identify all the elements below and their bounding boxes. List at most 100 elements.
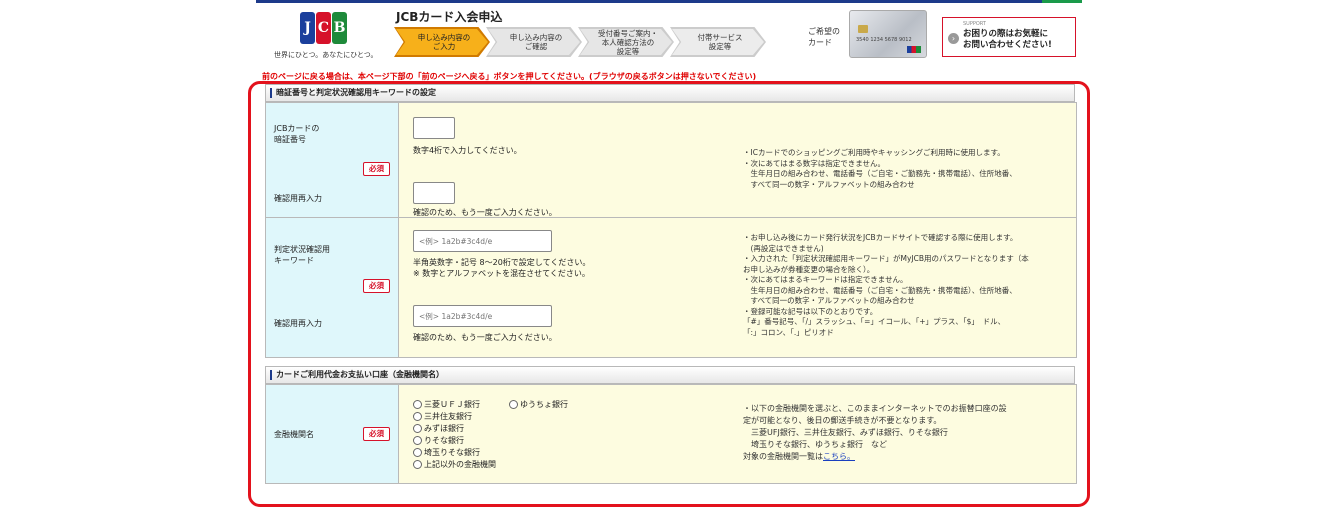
app-title: JCBカード入会申込: [396, 10, 503, 24]
keyword-confirm-help: 確認のため、もう一度ご入力ください。: [413, 333, 557, 342]
tagline: 世界にひとつ。あなたにひとつ。: [274, 51, 378, 59]
bank-notes: ・以下の金融機関を選ぶと、このままインターネットでのお振替口座の設 定が可能とな…: [743, 403, 1007, 463]
radio-resona[interactable]: りそな銀行: [413, 435, 464, 446]
note-line: 「#」番号記号、「/」スラッシュ、「=」イコール、「+」プラス、「$」 ドル、: [743, 317, 1006, 326]
top-bar: [256, 0, 1082, 3]
section-title-pin-keyword: 暗証番号と判定状況確認用キーワードの設定: [265, 84, 1075, 102]
card-number: 3540 1234 5678 9012: [856, 37, 912, 43]
step-services: 付帯サービス 設定等: [670, 27, 766, 57]
bank-field-cell: 三菱ＵＦＪ銀行 ゆうちょ銀行 三井住友銀行 みずほ銀行 りそな銀行 埼玉りそな銀…: [398, 384, 1077, 484]
bank-label-cell: 金融機関名 必須: [265, 384, 399, 484]
note-line: ・ICカードでのショッピングご利用時やキャッシングご利用時に使用します。: [743, 148, 1005, 157]
note-line: ・次にあてはまる数字は指定できません。: [743, 158, 885, 168]
step-label: 申し込み内容の ご確認: [488, 29, 580, 55]
keyword-label-cell: 判定状況確認用 キーワード 必須 確認用再入力: [265, 217, 399, 358]
radio-label: 埼玉りそな銀行: [424, 448, 480, 457]
progress-steps: 申し込み内容の ご入力 申し込み内容の ご確認 受付番号ご案内・ 本人確認方法の…: [394, 27, 766, 57]
radio-circle: [413, 448, 422, 457]
pin-field-cell: 数字4桁で入力してください。 確認のため、もう一度ご入力ください。 ・ICカード…: [398, 102, 1077, 218]
logo-letter-c: C: [316, 12, 331, 44]
pin-label-cell: JCBカードの 暗証番号 必須 確認用再入力: [265, 102, 399, 218]
card-chip: [858, 25, 868, 33]
step-receipt: 受付番号ご案内・ 本人確認方法の 設定等: [578, 27, 674, 57]
radio-circle: [509, 400, 518, 409]
note-line: ・以下の金融機関を選ぶと、このままインターネットでのお振替口座の設: [743, 404, 1007, 413]
card-label: ご希望の カード: [808, 27, 840, 47]
step-label: 受付番号ご案内・ 本人確認方法の 設定等: [580, 29, 672, 55]
radio-saitama-resona[interactable]: 埼玉りそな銀行: [413, 447, 480, 458]
pin-input[interactable]: [413, 117, 455, 139]
note-line: すべて同一の数字・アルファベットの組み合わせ: [743, 296, 915, 305]
keyword-notes: ・お申し込み後にカード発行状況をJCBカードサイトで確認する際に使用します。 (…: [743, 233, 1029, 338]
note-line: 定が可能となり、後日の郵送手続きが不要となります。: [743, 416, 942, 425]
keyword-row: 判定状況確認用 キーワード 必須 確認用再入力 半角英数字・記号 8～20桁で設…: [265, 217, 1077, 358]
radio-circle: [413, 412, 422, 421]
pin-label: JCBカードの 暗証番号: [274, 124, 320, 144]
pin-confirm-label: 確認用再入力: [274, 194, 322, 203]
jcb-logo[interactable]: J C B: [300, 12, 347, 44]
keyword-input[interactable]: [413, 230, 552, 252]
required-badge: 必須: [363, 279, 390, 293]
radio-mizuho[interactable]: みずほ銀行: [413, 423, 464, 434]
keyword-confirm-input[interactable]: [413, 305, 552, 327]
radio-label: 三菱ＵＦＪ銀行: [424, 400, 480, 409]
bank-row: 金融機関名 必須 三菱ＵＦＪ銀行 ゆうちょ銀行 三井住友銀行 みずほ銀行 りそな…: [265, 384, 1077, 484]
pin-confirm-input[interactable]: [413, 182, 455, 204]
keyword-label: 判定状況確認用 キーワード: [274, 245, 330, 265]
radio-label: 上記以外の金融機関: [424, 460, 496, 469]
required-badge: 必須: [363, 162, 390, 176]
support-button[interactable]: SUPPORT › お困りの際はお気軽に お問い合わせください!: [942, 17, 1076, 57]
note-line: (再設定はできません): [743, 243, 824, 253]
logo-letter-b: B: [332, 12, 347, 44]
card-logo: [907, 46, 921, 53]
note-line: ・次にあてはまるキーワードは指定できません。: [743, 275, 908, 284]
radio-circle: [413, 424, 422, 433]
radio-mufg[interactable]: 三菱ＵＦＪ銀行: [413, 399, 480, 410]
step-label: 付帯サービス 設定等: [672, 29, 764, 55]
support-text: お困りの際はお気軽に お問い合わせください!: [963, 29, 1052, 50]
note-line: 生年月日の組み合わせ、電話番号（ご自宅・ご勤務先・携帯電話）、住所地番、: [743, 285, 1017, 295]
note-line: ・登録可能な記号は以下のとおりです。: [743, 306, 878, 316]
note-line: 「:」コロン、「.」ピリオド: [743, 327, 834, 337]
top-bar-accent: [1042, 0, 1082, 3]
pin-notes: ・ICカードでのショッピングご利用時やキャッシングご利用時に使用します。 ・次に…: [743, 148, 1017, 190]
radio-circle: [413, 436, 422, 445]
bank-label: 金融機関名: [274, 430, 314, 439]
note-line: 埼玉りそな銀行、ゆうちょ銀行 など: [743, 440, 887, 449]
pin-keyword-table: JCBカードの 暗証番号 必須 確認用再入力 数字4桁で入力してください。 確認…: [265, 102, 1077, 358]
note-line: ・入力された「判定状況確認用キーワード」がMyJCB用のパスワードとなります（本: [743, 254, 1029, 263]
note-line: ・お申し込み後にカード発行状況をJCBカードサイトで確認する際に使用します。: [743, 233, 1018, 242]
step-input: 申し込み内容の ご入力: [394, 27, 490, 57]
pin-confirm-help: 確認のため、もう一度ご入力ください。: [413, 208, 557, 217]
step-confirm: 申し込み内容の ご確認: [486, 27, 582, 57]
support-small-label: SUPPORT: [963, 21, 986, 27]
keyword-field-cell: 半角英数字・記号 8～20桁で設定してください。 ※ 数字とアルファベットを混在…: [398, 217, 1077, 358]
card-image: 3540 1234 5678 9012: [849, 10, 927, 58]
logo-letter-j: J: [300, 12, 315, 44]
note-line: 生年月日の組み合わせ、電話番号（ご自宅・ご勤務先・携帯電話）、住所地番、: [743, 169, 1017, 178]
radio-label: りそな銀行: [424, 436, 464, 445]
note-line: すべて同一の数字・アルファベットの組み合わせ: [743, 179, 915, 189]
radio-other-bank[interactable]: 上記以外の金融機関: [413, 459, 496, 470]
bank-list-link[interactable]: こちら。: [823, 452, 855, 461]
bank-list-line: 対象の金融機関一覧はこちら。: [743, 451, 1007, 463]
note-line: 三菱UFJ銀行、三井住友銀行、みずほ銀行、りそな銀行: [743, 428, 948, 437]
radio-label: みずほ銀行: [424, 424, 464, 433]
section-title-bank: カードご利用代金お支払い口座（金融機関名）: [265, 366, 1075, 384]
chevron-right-icon: ›: [948, 33, 959, 44]
pin-row: JCBカードの 暗証番号 必須 確認用再入力 数字4桁で入力してください。 確認…: [265, 102, 1077, 218]
radio-label: ゆうちょ銀行: [520, 400, 568, 409]
bank-list-text: 対象の金融機関一覧は: [743, 452, 823, 461]
back-warning: 前のページに戻る場合は、本ページ下部の「前のページへ戻る」ボタンを押してください…: [262, 72, 757, 81]
page: J C B 世界にひとつ。あなたにひとつ。 JCBカード入会申込 申し込み内容の…: [256, 0, 1082, 511]
required-badge: 必須: [363, 427, 390, 441]
step-label: 申し込み内容の ご入力: [396, 29, 488, 55]
note-line: お申し込みが券種変更の場合を除く）。: [743, 264, 875, 274]
keyword-confirm-label: 確認用再入力: [274, 319, 322, 328]
radio-circle: [413, 460, 422, 469]
radio-smbc[interactable]: 三井住友銀行: [413, 411, 472, 422]
keyword-help: 半角英数字・記号 8～20桁で設定してください。 ※ 数字とアルファベットを混在…: [413, 258, 591, 278]
pin-help: 数字4桁で入力してください。: [413, 146, 522, 155]
radio-yucho[interactable]: ゆうちょ銀行: [509, 399, 568, 410]
